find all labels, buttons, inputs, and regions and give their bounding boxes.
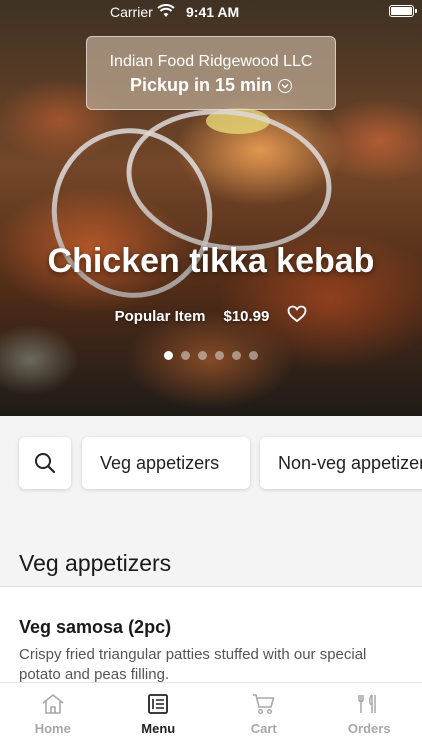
- store-pickup-selector[interactable]: Indian Food Ridgewood LLC Pickup in 15 m…: [86, 36, 336, 110]
- bottom-tab-bar: Home Menu Cart Orders: [0, 682, 422, 750]
- section-title: Veg appetizers: [19, 550, 172, 576]
- featured-dish-price: $10.99: [223, 307, 270, 325]
- tab-menu[interactable]: Menu: [106, 683, 212, 750]
- featured-dish-title: Chicken tikka kebab: [47, 242, 375, 280]
- tab-cart-label: Cart: [250, 721, 277, 736]
- carrier-label: Carrier: [110, 4, 153, 20]
- wifi-icon: [157, 4, 175, 21]
- tab-home[interactable]: Home: [0, 683, 106, 750]
- store-name: Indian Food Ridgewood LLC: [109, 53, 313, 70]
- heart-icon[interactable]: [287, 305, 307, 327]
- home-icon: [42, 694, 64, 714]
- carousel-dot[interactable]: [249, 351, 258, 360]
- cart-icon: [252, 694, 275, 715]
- search-button[interactable]: [19, 437, 71, 489]
- tab-orders-label: Orders: [347, 721, 391, 736]
- menu-item-card[interactable]: Veg samosa (2pc) Crispy fried triangular…: [0, 587, 422, 683]
- category-bar[interactable]: Veg appetizers Non-veg appetizers: [0, 416, 422, 510]
- carousel-dots[interactable]: [0, 351, 422, 360]
- hero-dish-image[interactable]: Carrier 9:41 AM Indian Food Ridgewood LL…: [0, 0, 422, 416]
- pickup-time-label: Pickup in 15 min: [129, 75, 273, 95]
- carousel-dot[interactable]: [198, 351, 207, 360]
- popular-badge: Popular Item: [114, 307, 206, 325]
- menu-icon: [148, 694, 169, 714]
- pickup-row[interactable]: Pickup in 15 min: [87, 75, 335, 96]
- orders-icon: [358, 694, 376, 713]
- status-time: 9:41 AM: [186, 4, 240, 20]
- status-bar: Carrier 9:41 AM: [0, 0, 422, 24]
- tab-menu-label: Menu: [141, 721, 176, 736]
- category-chip-non-veg-appetizers[interactable]: Non-veg appetizers: [260, 437, 422, 489]
- menu-item-description: Crispy fried triangular patties stuffed …: [19, 646, 367, 683]
- tab-cart[interactable]: Cart: [211, 683, 317, 750]
- battery-icon: [389, 5, 417, 17]
- chevron-down-icon: [278, 78, 293, 93]
- menu-item-name: Veg samosa (2pc): [19, 617, 172, 637]
- featured-dish-meta: Popular Item $10.99: [0, 305, 422, 327]
- carousel-dot[interactable]: [164, 351, 173, 360]
- carousel-dot[interactable]: [181, 351, 190, 360]
- carousel-dot[interactable]: [215, 351, 224, 360]
- tab-orders[interactable]: Orders: [317, 683, 422, 750]
- category-chip-veg-appetizers[interactable]: Veg appetizers: [82, 437, 250, 489]
- tab-home-label: Home: [34, 721, 71, 736]
- search-icon: [35, 453, 56, 474]
- carousel-dot[interactable]: [232, 351, 241, 360]
